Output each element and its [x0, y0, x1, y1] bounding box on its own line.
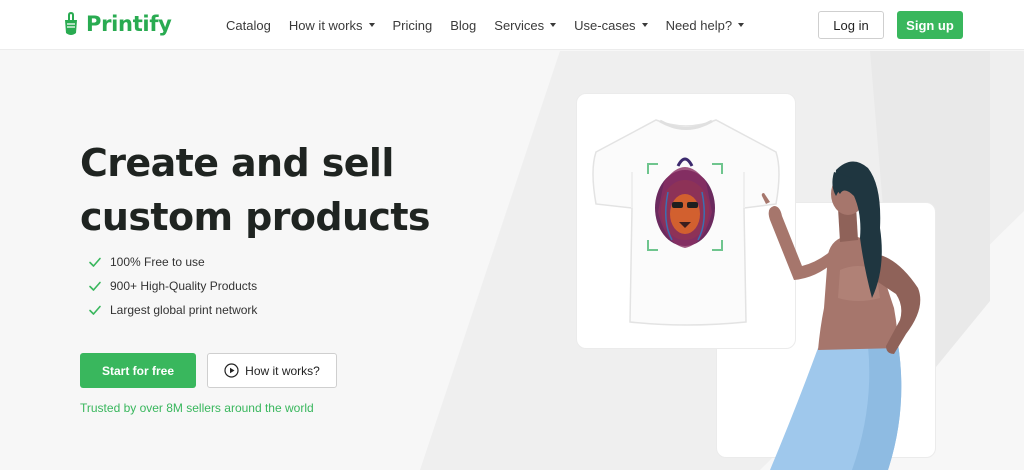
how-it-works-label: How it works?	[245, 363, 320, 378]
feature-item: 100% Free to use	[88, 250, 257, 274]
nav-item-services[interactable]: Services	[494, 17, 557, 33]
feature-text: 100% Free to use	[110, 255, 205, 269]
printify-logo[interactable]: Printify	[62, 11, 172, 37]
main-nav: Catalog How it works Pricing Blog Servic…	[226, 0, 762, 50]
play-circle-icon	[224, 363, 239, 378]
caret-down-icon	[550, 23, 557, 27]
feature-text: 900+ High-Quality Products	[110, 279, 258, 293]
nav-item-how-it-works[interactable]: How it works	[289, 18, 375, 33]
login-button[interactable]: Log in	[818, 11, 884, 39]
nav-item-pricing[interactable]: Pricing	[393, 18, 433, 33]
nav-item-label: Blog	[450, 17, 477, 33]
nav-item-label: Services	[494, 17, 545, 33]
feature-item: 900+ High-Quality Products	[88, 274, 257, 298]
nav-item-label: Catalog	[226, 17, 271, 33]
caret-down-icon	[738, 23, 745, 27]
start-for-free-button[interactable]: Start for free	[80, 353, 196, 388]
nav-item-label: Use-cases	[574, 17, 636, 33]
hero-headline: Create and sell custom products	[80, 136, 500, 244]
feature-text: Largest global print network	[110, 303, 258, 317]
nav-item-label: Pricing	[392, 17, 433, 33]
feature-item: Largest global print network	[88, 298, 257, 322]
printify-logo-icon	[65, 12, 77, 35]
feature-list: 100% Free to use 900+ High-Quality Produ…	[88, 250, 257, 322]
nav-item-label: Need help?	[665, 17, 733, 33]
nav-item-need-help[interactable]: Need help?	[666, 18, 745, 33]
nav-item-label: How it works	[288, 17, 363, 33]
how-it-works-button[interactable]: How it works?	[207, 353, 337, 388]
caret-down-icon	[641, 23, 648, 27]
brand-name: Printify	[86, 12, 172, 36]
headline-line: custom products	[80, 195, 431, 239]
check-icon	[89, 257, 101, 267]
site-header: Printify Catalog How it works Pricing Bl…	[0, 0, 1024, 50]
headline-line: Create and sell	[80, 141, 394, 185]
caret-down-icon	[368, 23, 375, 27]
nav-item-use-cases[interactable]: Use-cases	[574, 17, 648, 33]
woman-illustration	[761, 161, 921, 470]
nav-item-catalog[interactable]: Catalog	[226, 18, 271, 33]
trusted-text: Trusted by over 8M sellers around the wo…	[80, 401, 314, 415]
check-icon	[89, 281, 101, 291]
nav-item-blog[interactable]: Blog	[450, 18, 476, 33]
check-icon	[89, 305, 101, 315]
signup-button[interactable]: Sign up	[897, 11, 963, 39]
